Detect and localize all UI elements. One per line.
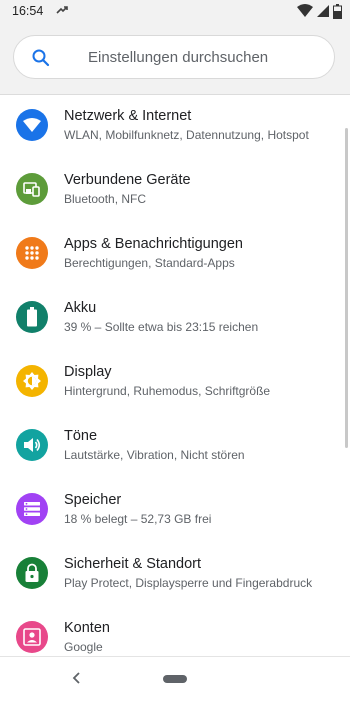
settings-item-subtitle: Hintergrund, Ruhemodus, Schriftgröße <box>64 384 271 398</box>
settings-item-subtitle: Lautstärke, Vibration, Nicht stören <box>64 448 245 462</box>
settings-item-subtitle: Google <box>64 640 103 654</box>
settings-item-subtitle: 18 % belegt – 52,73 GB frei <box>64 512 212 526</box>
status-time: 16:54 <box>12 4 44 18</box>
home-pill-icon[interactable] <box>163 675 187 683</box>
storage-icon <box>16 493 48 525</box>
settings-item-subtitle: 39 % – Sollte etwa bis 23:15 reichen <box>64 320 259 334</box>
search-area: Einstellungen durchsuchen <box>0 22 350 95</box>
battery-icon <box>16 301 48 333</box>
settings-item-security[interactable]: Sicherheit & Standort Play Protect, Disp… <box>0 543 350 607</box>
settings-item-title: Sicherheit & Standort <box>64 556 202 572</box>
settings-item-battery[interactable]: Akku 39 % – Sollte etwa bis 23:15 reiche… <box>0 287 350 351</box>
scrollbar[interactable] <box>345 128 348 448</box>
wifi-icon <box>297 4 313 18</box>
settings-item-storage[interactable]: Speicher 18 % belegt – 52,73 GB frei <box>0 479 350 543</box>
settings-list: Netzwerk & Internet WLAN, Mobilfunknetz,… <box>0 95 350 671</box>
search-placeholder: Einstellungen durchsuchen <box>88 49 269 66</box>
apps-icon <box>16 237 48 269</box>
back-icon[interactable] <box>70 671 84 685</box>
lock-icon <box>16 557 48 589</box>
status-icons <box>297 3 342 19</box>
settings-item-display[interactable]: Display Hintergrund, Ruhemodus, Schriftg… <box>0 351 350 415</box>
settings-item-title: Display <box>64 364 112 380</box>
settings-item-title: Netzwerk & Internet <box>64 108 192 124</box>
settings-item-subtitle: Berechtigungen, Standard-Apps <box>64 256 235 270</box>
settings-item-title: Töne <box>64 428 98 444</box>
search-icon <box>31 48 51 68</box>
settings-item-connected-devices[interactable]: Verbundene Geräte Bluetooth, NFC <box>0 159 350 223</box>
account-icon <box>16 621 48 653</box>
settings-item-subtitle: WLAN, Mobilfunknetz, Datennutzung, Hotsp… <box>64 128 309 142</box>
brightness-icon <box>16 365 48 397</box>
settings-item-title: Akku <box>64 300 97 316</box>
signal-icon <box>316 4 330 18</box>
status-bar: 16:54 <box>0 0 350 22</box>
settings-item-title: Konten <box>64 620 110 636</box>
settings-item-network[interactable]: Netzwerk & Internet WLAN, Mobilfunknetz,… <box>0 95 350 159</box>
settings-item-subtitle: Bluetooth, NFC <box>64 192 147 206</box>
battery-icon <box>333 3 342 19</box>
settings-item-title: Verbundene Geräte <box>64 172 191 188</box>
settings-item-subtitle: Play Protect, Displaysperre und Fingerab… <box>64 576 313 590</box>
settings-item-sounds[interactable]: Töne Lautstärke, Vibration, Nicht stören <box>0 415 350 479</box>
settings-item-apps[interactable]: Apps & Benachrichtigungen Berechtigungen… <box>0 223 350 287</box>
settings-item-title: Apps & Benachrichtigungen <box>64 236 243 252</box>
volume-icon <box>16 429 48 461</box>
search-input[interactable]: Einstellungen durchsuchen <box>13 35 335 79</box>
data-saver-icon <box>55 4 69 18</box>
navigation-bar <box>0 656 350 701</box>
devices-icon <box>16 173 48 205</box>
settings-item-title: Speicher <box>64 492 122 508</box>
wifi-icon <box>16 109 48 141</box>
